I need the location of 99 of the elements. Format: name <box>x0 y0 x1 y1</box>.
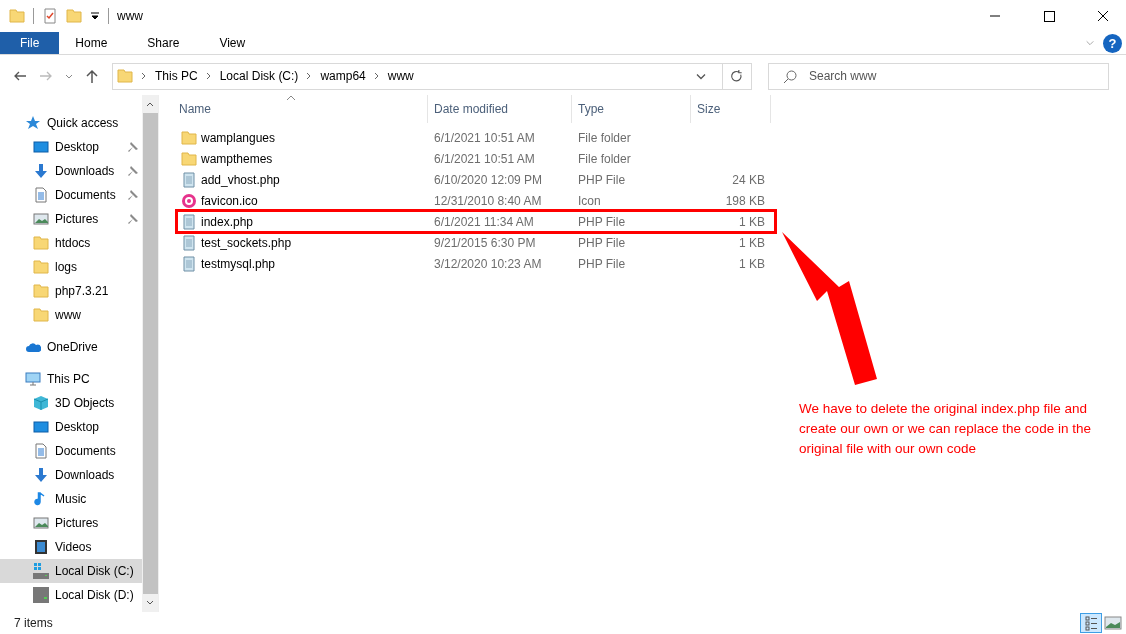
folder-icon <box>181 129 197 146</box>
sidebar-item[interactable]: logs <box>0 255 142 279</box>
address-bar[interactable]: This PC Local Disk (C:) wamp64 www <box>112 62 752 90</box>
drive-icon <box>33 587 49 603</box>
table-cell-text: PHP File <box>577 234 627 252</box>
breadcrumb[interactable]: wamp64 <box>320 69 366 83</box>
picture-icon <box>33 515 49 531</box>
help-button[interactable]: ? <box>1103 33 1122 53</box>
chevron-icon <box>204 71 213 81</box>
sidebar-item[interactable]: 3D Objects <box>0 391 142 415</box>
file-name[interactable]: wamplangues <box>201 130 276 145</box>
document-icon <box>33 187 49 203</box>
ribbon-tab[interactable]: Home <box>59 32 124 54</box>
computer-icon <box>25 371 41 387</box>
window-title: www <box>117 9 143 23</box>
file-name[interactable]: testmysql.php <box>201 256 276 271</box>
sidebar-item[interactable]: Videos <box>0 535 142 559</box>
table-cell-text: PHP File <box>577 171 627 189</box>
folder-icon <box>33 259 49 275</box>
breadcrumb[interactable]: Local Disk (C:) <box>219 69 299 83</box>
picture-icon <box>33 211 49 227</box>
text-file-icon <box>181 234 197 251</box>
down-arrow-icon <box>33 467 49 483</box>
checklist-icon[interactable] <box>42 8 58 24</box>
table-cell-text: File folder <box>577 129 632 147</box>
file-name[interactable]: add_vhost.php <box>201 172 280 187</box>
drive-icon <box>33 563 49 579</box>
sidebar-item[interactable]: htdocs <box>0 231 142 255</box>
ribbon-tab[interactable]: View <box>203 32 262 54</box>
column-header[interactable]: Size <box>691 95 771 123</box>
table-cell-text: 6/10/2020 12:09 PM <box>433 171 544 189</box>
folder-icon <box>181 150 197 167</box>
ribbon-tab[interactable]: Share <box>131 32 196 54</box>
cube-icon <box>33 395 49 411</box>
file-name[interactable]: test_sockets.php <box>201 235 292 250</box>
file-name[interactable]: index.php <box>201 214 254 229</box>
sidebar-item[interactable]: Music <box>0 487 142 511</box>
up-arrow-icon[interactable] <box>84 68 100 84</box>
sidebar-item[interactable]: Downloads <box>0 463 142 487</box>
table-cell-text: 6/1/2021 10:51 AM <box>433 129 536 147</box>
sidebar-item[interactable]: Downloads <box>0 159 142 183</box>
text-file-icon <box>181 213 197 230</box>
breadcrumb[interactable]: www <box>387 69 414 83</box>
table-cell-text: PHP File <box>577 255 627 273</box>
sidebar-item[interactable]: Pictures <box>0 207 142 231</box>
table-cell: 198 KB <box>725 193 765 208</box>
chevron-icon <box>140 71 148 81</box>
sidebar-item[interactable]: Local Disk (D:) <box>0 583 142 607</box>
table-cell: 24 KB <box>732 172 765 187</box>
film-icon <box>33 539 49 555</box>
sidebar-item[interactable]: php7.3.21 <box>0 279 142 303</box>
folder-icon <box>33 235 49 251</box>
document-icon <box>33 443 49 459</box>
sidebar-item[interactable]: Pictures <box>0 511 142 535</box>
file-name[interactable]: wampthemes <box>201 151 273 166</box>
table-cell: 1 KB <box>739 235 765 250</box>
sidebar-item[interactable]: Documents <box>0 439 142 463</box>
sidebar-item[interactable]: This PC <box>0 367 142 391</box>
text-file-icon <box>181 171 197 188</box>
sidebar-item[interactable]: www <box>0 303 142 327</box>
table-cell-text: 6/1/2021 10:51 AM <box>433 150 536 168</box>
folder-icon <box>33 283 49 299</box>
sidebar-item[interactable]: Documents <box>0 183 142 207</box>
chevron-icon <box>372 71 381 81</box>
star-icon <box>25 115 41 131</box>
table-cell-text: Icon <box>577 192 602 210</box>
sidebar-item[interactable]: Quick access <box>0 111 142 135</box>
sidebar-item[interactable]: Desktop <box>0 135 142 159</box>
table-cell-text: 12/31/2010 8:40 AM <box>433 192 543 210</box>
table-cell-text: 6/1/2021 11:34 AM <box>433 213 535 231</box>
column-header[interactable]: Type <box>572 95 691 123</box>
table-cell-text: 3/12/2020 10:23 AM <box>433 255 543 273</box>
details-view-icon[interactable] <box>1080 613 1102 633</box>
down-arrow-icon <box>33 163 49 179</box>
table-cell-text: File folder <box>577 150 632 168</box>
search-field[interactable]: Search www <box>768 62 1109 90</box>
sidebar-item[interactable]: Desktop <box>0 415 142 439</box>
monitor-icon <box>33 139 49 155</box>
dropdown-icon[interactable] <box>90 11 100 21</box>
breadcrumb[interactable]: This PC <box>155 69 198 83</box>
column-header[interactable]: Name <box>173 95 428 123</box>
ribbon-tab[interactable]: File <box>0 32 60 54</box>
table-cell-text: PHP File <box>577 213 627 231</box>
folder-icon <box>33 307 49 323</box>
sidebar-item[interactable]: Local Disk (C:) <box>0 559 142 583</box>
sidebar-item[interactable]: OneDrive <box>0 335 142 359</box>
table-cell: 1 KB <box>739 256 765 271</box>
picture-view-icon[interactable] <box>1102 613 1124 633</box>
annotation-text: We have to delete the original index.php file and create our own or we can replace the code in the original file with our own code <box>799 400 1092 458</box>
table-cell: 1 KB <box>739 214 765 229</box>
column-header[interactable]: Date modified <box>428 95 572 123</box>
logo-icon <box>181 192 197 209</box>
file-name[interactable]: favicon.ico <box>201 193 258 208</box>
text-file-icon <box>181 255 197 272</box>
monitor-icon <box>33 419 49 435</box>
item-count: 7 items <box>14 616 53 630</box>
table-cell-text: 9/21/2015 6:30 PM <box>433 234 537 252</box>
folder-icon <box>117 68 133 84</box>
search-icon <box>782 68 798 85</box>
